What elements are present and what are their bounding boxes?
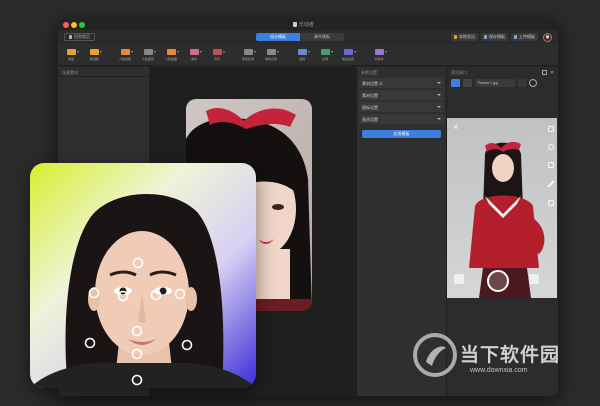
tool-export-image[interactable]: 导出图 [85,44,103,66]
chevron-down-icon [437,106,441,108]
preview-panel-header: 预览窗口 ✕ [451,70,554,76]
face-replace-icon [120,49,133,55]
filter-icon [297,49,310,55]
preview-side-tools [547,126,555,206]
shutter-button[interactable] [487,270,509,292]
camera-icon[interactable] [518,78,526,87]
settings-section[interactable]: 素材设置 ① [359,78,444,88]
tool-background[interactable]: 背景 [208,44,226,66]
window-title: 乐动者 [293,21,314,28]
home-icon[interactable] [548,200,554,206]
tool-filter[interactable]: 滤镜 [293,44,311,66]
chevron-down-icon [437,82,441,84]
top-actions: 本地导出 保存模板 上传模板 [451,33,538,41]
add-icon [66,49,79,55]
back-home-button[interactable]: 回到首页 [64,33,95,41]
minimize-window-button[interactable] [71,22,77,28]
detect-icon [243,49,256,55]
reidentify-icon [266,49,279,55]
face-morph-icon [143,49,156,55]
output-settings-icon [343,49,356,55]
tool-output-settings[interactable]: 输出设置 [339,44,357,66]
preview-toolbar: Person 1.jpg [447,77,558,88]
tool-face-sticker[interactable]: 人脸贴图 [162,44,180,66]
mode-tabs: 设计模板 事件模板 [256,33,344,41]
tool-material[interactable]: 素材 [185,44,203,66]
close-icon[interactable]: × [453,122,458,132]
zoom-window-button[interactable] [79,22,85,28]
tool-detect[interactable]: 形象检测 [239,44,257,66]
chevron-down-icon [437,118,441,120]
save-icon [484,35,487,39]
title-bar: 乐动者 [58,20,558,30]
tab-event-template[interactable]: 事件模板 [300,33,344,41]
chevron-down-icon [437,94,441,96]
image-icon [89,49,102,55]
upload-template-button[interactable]: 上传模板 [511,33,538,41]
preview-area[interactable]: × [447,118,557,298]
toolbar: 添加 导出图 人脸替换 人脸变形 人脸贴图 素材 背景 形象检测 重新识别 滤镜… [58,44,558,66]
model-select[interactable]: Person 1.jpg [475,78,515,87]
top-row: 回到首页 设计模板 事件模板 本地导出 保存模板 上传模板 [58,30,558,44]
home-icon [69,35,72,39]
close-icon[interactable]: ✕ [550,70,554,76]
upload-icon [514,35,517,39]
save-template-button[interactable]: 保存模板 [481,33,508,41]
settings-section[interactable]: 图标设置 [359,102,444,112]
beauty-icon[interactable] [548,162,554,168]
folder-icon [374,49,387,55]
watermark-brand: 当下软件园 [460,344,561,366]
face-landmark-card [30,163,256,388]
watermark-url: www.downxia.com [470,367,528,374]
left-panel-header: 场景素材 [58,67,149,77]
settings-section[interactable]: 素材设置 [359,90,444,100]
settings-panel-header: 参数设置 [361,70,377,75]
local-export-button[interactable]: 本地导出 [451,33,478,41]
tool-folder[interactable]: 文件夹 [370,44,388,66]
video-mode-button[interactable] [463,78,472,87]
settings-section[interactable]: 画质设置 [359,114,444,124]
tool-add[interactable]: 添加 [62,44,80,66]
tab-design-template[interactable]: 设计模板 [256,33,300,41]
tool-ratio[interactable]: 比例 [316,44,334,66]
expand-icon[interactable] [541,70,547,75]
brush-icon[interactable] [547,180,555,188]
close-window-button[interactable] [63,22,69,28]
document-icon [293,22,297,27]
tool-reidentify[interactable]: 重新识别 [262,44,280,66]
brand-logo [413,333,457,377]
tool-face-replace[interactable]: 人脸替换 [116,44,134,66]
export-icon [454,35,457,39]
material-icon [189,49,202,55]
rotate-icon[interactable] [548,126,554,132]
face-sticker-icon [166,49,179,55]
switch-camera-button[interactable] [529,274,539,284]
face-landmark-image [30,163,256,388]
background-icon [212,49,225,55]
gear-icon[interactable] [529,78,537,87]
photo-mode-button[interactable] [451,78,460,87]
tool-face-morph[interactable]: 人脸变形 [139,44,157,66]
apply-template-button[interactable]: 应用模板 [362,130,441,138]
gallery-thumbnail[interactable] [454,274,464,284]
timer-icon[interactable] [548,144,554,150]
ratio-icon [320,49,333,55]
avatar[interactable] [543,33,552,42]
